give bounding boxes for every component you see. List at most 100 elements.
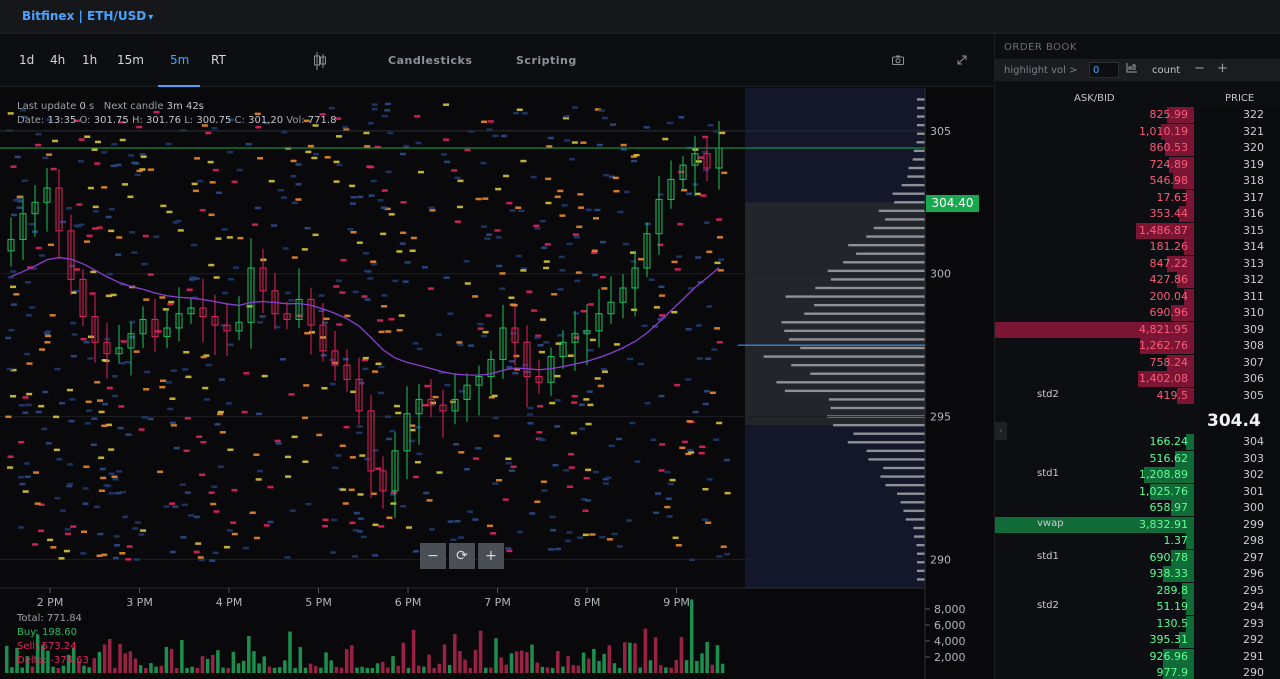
ask-row[interactable]: 1,262.76 308 — [995, 338, 1280, 354]
order-heat-dot — [522, 363, 529, 367]
ask-row[interactable]: 4,821.95 309 — [995, 321, 1280, 338]
order-heat-dot — [423, 491, 430, 495]
collapse-icon[interactable]: › — [995, 422, 1007, 440]
order-heat-dot — [520, 269, 527, 272]
scripting-button[interactable]: Scripting — [516, 54, 577, 67]
chart-area[interactable]: 305 300 295 290 2 PM 3 PM 4 PM 5 PM 6 PM 7 PM 8 PM… — [0, 88, 993, 679]
ask-row[interactable]: 17.63 317 — [995, 189, 1280, 206]
bid-row[interactable]: 395.31 292 — [995, 632, 1280, 648]
order-heat-dot — [500, 134, 507, 138]
order-heat-dot — [692, 410, 699, 414]
order-amount: 130.5 — [1156, 616, 1189, 630]
candlesticks-button[interactable]: Candlesticks — [388, 54, 472, 67]
bid-row[interactable]: std1 1,208.89 302 — [995, 467, 1280, 483]
order-heat-dot — [331, 518, 338, 522]
order-heat-dot — [187, 514, 194, 517]
order-heat-dot — [353, 511, 360, 515]
order-heat-dot — [129, 320, 136, 324]
bid-row[interactable]: 658.97 300 — [995, 500, 1280, 516]
order-heat-dot — [167, 302, 174, 306]
ask-row[interactable]: 860.53 320 — [995, 140, 1280, 156]
order-heat-dot — [133, 350, 140, 353]
order-heat-dot — [534, 336, 541, 339]
high-value: 301.76 — [146, 115, 182, 126]
order-heat-dot — [585, 468, 592, 472]
ask-row[interactable]: 181.26 314 — [995, 239, 1280, 255]
ask-row[interactable]: 690.96 310 — [995, 305, 1280, 321]
order-heat-dot — [111, 475, 118, 479]
depth-chart-icon[interactable] — [1126, 63, 1138, 76]
ask-row[interactable]: 825.99 322 — [995, 107, 1280, 123]
count-toggle[interactable]: count — [1152, 65, 1180, 76]
timeframe-4h[interactable]: 4h — [50, 53, 65, 67]
order-heat-dot — [490, 532, 497, 535]
bid-row[interactable]: 926.96 291 — [995, 648, 1280, 665]
order-heat-dot — [671, 310, 678, 314]
order-price: 316 — [1243, 207, 1264, 220]
ask-row[interactable]: 1,010.19 321 — [995, 123, 1280, 140]
order-heat-dot — [370, 260, 377, 263]
expand-icon[interactable] — [957, 54, 967, 69]
volume-bar — [437, 663, 442, 673]
order-heat-dot — [340, 488, 347, 491]
bid-row[interactable]: 1,025.76 301 — [995, 483, 1280, 500]
decrease-precision-icon[interactable]: − — [1194, 61, 1205, 76]
increase-precision-icon[interactable]: + — [1217, 61, 1228, 76]
price-chart[interactable]: 305 300 295 290 2 PM 3 PM 4 PM 5 PM 6 PM 7 PM 8 PM… — [0, 88, 993, 679]
order-heat-dot — [227, 448, 234, 451]
order-heat-dot — [7, 276, 14, 279]
bid-row[interactable]: 977.9 290 — [995, 665, 1280, 679]
timeframe-5m[interactable]: 5m — [170, 53, 189, 67]
order-heat-dot — [126, 545, 133, 548]
volume-bar — [386, 667, 390, 673]
bid-row[interactable]: 166.24 304 — [995, 434, 1280, 450]
candle-type-icon[interactable] — [313, 52, 327, 74]
bid-row[interactable]: std2 51.19 294 — [995, 599, 1280, 615]
order-heat-dot — [106, 272, 113, 276]
order-heat-dot — [695, 256, 702, 259]
bid-row[interactable]: 516.62 303 — [995, 450, 1280, 467]
bid-row[interactable]: std1 690.78 297 — [995, 549, 1280, 566]
order-heat-dot — [335, 454, 342, 457]
ask-row[interactable]: 1,402.08 306 — [995, 371, 1280, 387]
timeframe-1h[interactable]: 1h — [82, 53, 97, 67]
reset-zoom-button[interactable]: ⟳ — [449, 543, 475, 569]
timeframe-1d[interactable]: 1d — [19, 53, 34, 67]
order-heat-dot — [599, 535, 606, 539]
timeframe-15m[interactable]: 15m — [117, 53, 144, 67]
order-heat-dot — [428, 206, 435, 210]
ask-row[interactable]: std2 419.5 305 — [995, 387, 1280, 404]
order-heat-dot — [10, 270, 17, 273]
ask-row[interactable]: 427.86 312 — [995, 272, 1280, 288]
order-heat-dot — [580, 309, 587, 313]
bid-row[interactable]: 1.37 298 — [995, 533, 1280, 549]
order-heat-dot — [22, 490, 29, 493]
bid-row[interactable]: 289.8 295 — [995, 582, 1280, 599]
bid-row[interactable]: 130.5 293 — [995, 615, 1280, 632]
y-tick-label: 305 — [930, 125, 951, 138]
order-heat-dot — [140, 155, 147, 158]
ask-row[interactable]: 546.98 318 — [995, 173, 1280, 189]
ask-row[interactable]: 724.89 319 — [995, 156, 1280, 173]
timeframe-rt[interactable]: RT — [211, 53, 226, 67]
order-heat-dot — [703, 221, 710, 224]
market-selector[interactable]: Bitfinex | ETH/USD ▾ — [22, 9, 153, 23]
order-heat-dot — [554, 547, 561, 551]
zoom-out-button[interactable]: − — [420, 543, 446, 569]
order-heat-dot — [45, 334, 52, 338]
ask-row[interactable]: 758.24 307 — [995, 354, 1280, 371]
x-tick-label: 8 PM — [574, 596, 601, 609]
ask-row[interactable]: 353.44 316 — [995, 206, 1280, 222]
ask-row[interactable]: 1,486.87 315 — [995, 222, 1280, 239]
highlight-vol-input[interactable] — [1089, 62, 1119, 78]
camera-icon[interactable] — [892, 54, 904, 69]
bid-row[interactable]: vwap 3,832.91 299 — [995, 516, 1280, 533]
order-heat-dot — [184, 417, 191, 420]
ask-row[interactable]: 200.04 311 — [995, 288, 1280, 305]
ask-row[interactable]: 847.22 313 — [995, 255, 1280, 272]
bid-row[interactable]: 938.33 296 — [995, 566, 1280, 582]
volume-bar — [700, 653, 704, 673]
order-heat-dot — [695, 160, 702, 163]
zoom-in-button[interactable]: + — [478, 543, 504, 569]
order-heat-dot — [253, 536, 260, 540]
